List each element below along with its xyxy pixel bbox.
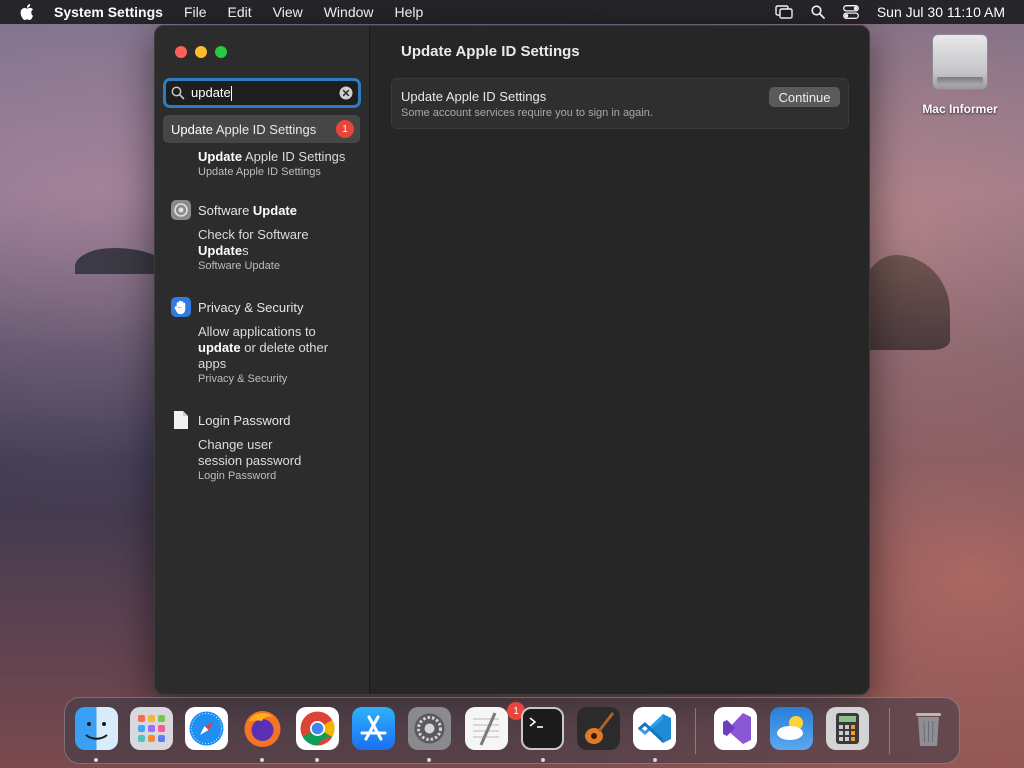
clear-search-icon[interactable] [339,86,353,100]
menu-bar: System Settings File Edit View Window He… [0,0,1024,24]
sidebar-result-apple-id[interactable]: Update Apple ID Settings 1 [163,115,360,143]
desktop-drive[interactable]: Mac Informer [920,34,1000,116]
menu-clock[interactable]: Sun Jul 30 11:10 AM [877,4,1005,20]
panel-title: Update Apple ID Settings [401,89,547,104]
window-controls [175,46,235,58]
drive-label: Mac Informer [922,102,998,116]
sub-result-category: Login Password [198,470,277,482]
sub-result-privacy[interactable]: Allow applications to update or delete o… [198,324,358,386]
sidebar: update Update Apple ID Settings 1 Update… [155,26,370,694]
menu-app-name[interactable]: System Settings [54,4,163,20]
drive-icon [932,34,988,90]
running-indicator [260,758,264,762]
continue-button[interactable]: Continue [769,87,840,107]
page-title: Update Apple ID Settings [401,43,580,60]
apple-menu-icon[interactable] [18,3,36,21]
sidebar-item-label: Software Update [198,202,297,218]
sub-result-login-password[interactable]: Change user session password Login Passw… [198,437,358,483]
launchpad-icon[interactable] [130,707,173,750]
dock: 1 [64,697,960,764]
result-group-privacy: Privacy & Security Allow applications to… [155,297,370,386]
apple-id-panel: Update Apple ID Settings Some account se… [391,78,849,129]
running-indicator [427,758,431,762]
close-button[interactable] [175,46,187,58]
minimize-button[interactable] [195,46,207,58]
menu-window[interactable]: Window [324,4,374,20]
result-group-apple-id: Update Apple ID Settings Update Apple ID… [155,149,370,179]
sidebar-item-label: Privacy & Security [198,299,304,315]
wallpaper-island-left [75,248,165,274]
app-store-icon[interactable] [352,707,395,750]
document-icon [171,410,191,430]
calculator-icon[interactable] [826,707,869,750]
trash-icon[interactable] [907,707,950,750]
hand-icon [171,297,191,317]
sidebar-result-label: Update Apple ID Settings [171,121,317,137]
sub-result-software-update[interactable]: Check for Software Updates Software Upda… [198,227,358,273]
zoom-button[interactable] [215,46,227,58]
search-icon [171,86,185,100]
system-settings-icon[interactable] [408,707,451,750]
sidebar-item-label: Login Password [198,412,291,428]
result-group-software-update: Software Update Check for Software Updat… [155,200,370,273]
finder-icon[interactable] [75,707,118,750]
control-center-icon[interactable] [842,5,859,19]
visual-studio-icon[interactable] [714,707,757,750]
safari-icon[interactable] [185,707,228,750]
result-group-login-password: Login Password Change user session passw… [155,410,370,483]
vscode-icon[interactable] [633,707,676,750]
sub-result-apple-id[interactable]: Update Apple ID Settings Update Apple ID… [198,149,358,179]
menu-file[interactable]: File [184,4,207,20]
sub-result-category: Software Update [198,260,280,272]
system-settings-window: update Update Apple ID Settings 1 Update… [154,25,870,695]
sidebar-item-privacy-security[interactable]: Privacy & Security [155,297,370,317]
garageband-icon[interactable] [577,707,620,750]
search-input[interactable]: update [191,85,339,102]
sub-result-category: Update Apple ID Settings [198,166,321,178]
spotlight-search-icon[interactable] [811,5,825,19]
sidebar-item-login-password[interactable]: Login Password [155,410,370,430]
running-indicator [94,758,98,762]
menu-view[interactable]: View [273,4,303,20]
running-indicator [541,758,545,762]
gear-icon [171,200,191,220]
notification-badge: 1 [336,120,354,138]
textedit-icon[interactable] [465,707,508,750]
firefox-icon[interactable] [241,707,284,750]
running-indicator [653,758,657,762]
panel-subtitle: Some account services require you to sig… [401,107,653,119]
sub-result-category: Privacy & Security [198,373,288,385]
running-indicator [315,758,319,762]
wallpaper-island-right [860,255,950,350]
weather-icon[interactable] [770,707,813,750]
chrome-icon[interactable] [296,707,339,750]
dock-separator [889,708,890,754]
sidebar-item-software-update[interactable]: Software Update [155,200,370,220]
search-field[interactable]: update [163,78,361,108]
menu-edit[interactable]: Edit [228,4,252,20]
menu-help[interactable]: Help [395,4,424,20]
screen-mirroring-icon[interactable] [775,5,793,19]
terminal-icon[interactable] [521,707,564,750]
dock-separator [695,708,696,754]
